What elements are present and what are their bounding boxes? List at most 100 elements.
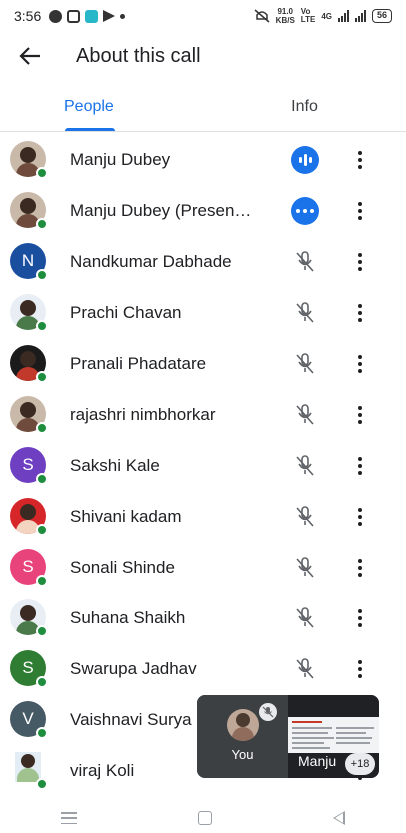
tab-info[interactable]: Info [203, 88, 406, 131]
participant-row[interactable]: S Sakshi Kale [0, 440, 406, 491]
participant-row[interactable]: Prachi Chavan [0, 288, 406, 339]
net-speed-unit: KB/S [275, 16, 295, 25]
app-header: About this call [0, 34, 406, 78]
more-options-icon[interactable] [352, 554, 368, 582]
more-options-icon[interactable] [352, 248, 368, 276]
participant-row[interactable]: rajashri nimbhorkar [0, 389, 406, 440]
avatar-wrap [10, 599, 48, 638]
online-indicator [36, 269, 48, 282]
net-speed-value: 91.0 [277, 7, 294, 16]
participant-name: Sonali Shinde [70, 557, 175, 577]
mic-off-icon [291, 401, 319, 429]
system-nav-bar [0, 803, 406, 833]
more-options-icon[interactable] [352, 503, 368, 531]
tab-bar: People Info [0, 88, 406, 132]
participant-name: Shivani kadam [70, 506, 182, 526]
avatar-wrap: N [10, 243, 48, 282]
shared-screen-thumbnail [288, 717, 379, 753]
more-options-icon[interactable] [352, 350, 368, 378]
online-indicator [36, 167, 48, 180]
mic-off-icon [291, 503, 319, 531]
back-nav-icon[interactable] [333, 811, 346, 825]
presenting-more-icon [291, 197, 319, 226]
avatar-wrap [10, 294, 48, 333]
online-indicator [36, 778, 48, 791]
participant-name: viraj Koli [70, 761, 135, 781]
signal-icon-2 [354, 10, 366, 22]
net-speed: 91.0 KB/S [276, 7, 295, 25]
avatar-wrap: S [10, 650, 48, 689]
pip-window[interactable]: You Manju +18 [197, 695, 379, 778]
participant-name: rajashri nimbhorkar [70, 404, 216, 424]
tab-people[interactable]: People [0, 88, 203, 131]
mic-off-icon [291, 655, 319, 683]
more-options-icon[interactable] [352, 655, 368, 683]
notification-icons [49, 9, 126, 23]
mic-off-icon [291, 554, 319, 582]
online-indicator [36, 472, 48, 485]
participant-name: Suhana Shaikh [70, 608, 186, 628]
extra-participants-badge: +18 [345, 753, 375, 775]
participant-row[interactable]: N Nandkumar Dabhade [0, 237, 406, 288]
telegram-icon [103, 10, 116, 22]
tab-info-label: Info [291, 98, 318, 115]
participant-name: Vaishnavi Surya [70, 710, 192, 730]
avatar-wrap [10, 497, 48, 536]
mic-off-icon [291, 604, 319, 632]
signal-icon [337, 10, 349, 22]
more-notifications-icon [120, 13, 126, 19]
mic-off-icon [291, 452, 319, 480]
avatar-wrap [10, 345, 48, 383]
app-icon [85, 9, 99, 23]
online-indicator [36, 320, 48, 333]
mic-off-icon [259, 703, 277, 721]
online-indicator [36, 218, 48, 231]
participant-row[interactable]: Shivani kadam [0, 491, 406, 542]
participant-row[interactable]: S Sonali Shinde [0, 542, 406, 593]
home-icon[interactable] [197, 811, 212, 825]
participant-name: Sakshi Kale [70, 455, 160, 475]
pip-self-tile: You [197, 695, 288, 778]
online-indicator [36, 371, 48, 383]
more-options-icon[interactable] [352, 452, 368, 480]
avatar-wrap [10, 141, 48, 180]
tab-indicator [65, 128, 115, 131]
mic-off-icon [291, 299, 319, 327]
more-options-icon[interactable] [352, 299, 368, 327]
participant-row[interactable]: Suhana Shaikh [0, 593, 406, 644]
avatar-wrap [10, 395, 48, 434]
arrow-back-icon [19, 47, 40, 65]
participant-name: Nandkumar Dabhade [70, 252, 232, 272]
speaking-icon [291, 146, 319, 175]
more-options-icon[interactable] [352, 401, 368, 429]
more-options-icon[interactable] [352, 146, 368, 174]
online-indicator [36, 523, 48, 536]
mute-alarm-icon [254, 9, 270, 23]
avatar-wrap [10, 192, 48, 231]
status-time: 3:56 [14, 8, 42, 24]
participant-row[interactable]: Manju Dubey (Presen… [0, 186, 406, 237]
menu-icon[interactable] [60, 812, 77, 824]
avatar-wrap: S [10, 446, 48, 485]
participant-row[interactable]: S Swarupa Jadhav [0, 644, 406, 695]
online-indicator [36, 727, 48, 740]
participant-row[interactable]: Manju Dubey [0, 135, 406, 186]
network-type: 4G [321, 11, 332, 21]
online-indicator [36, 421, 48, 434]
online-indicator [36, 574, 48, 587]
participant-name: Manju Dubey (Presen… [70, 201, 252, 221]
participant-name: Pranali Phadatare [70, 354, 207, 373]
online-indicator [36, 676, 48, 689]
avatar-photo [15, 752, 41, 783]
status-bar: 3:56 91.0 KB/S Vo LTE 4G 56 [0, 0, 406, 32]
participant-name: Manju Dubey [70, 150, 171, 170]
tab-people-label: People [64, 98, 114, 115]
mic-off-icon [291, 248, 319, 276]
participant-name: Prachi Chavan [70, 303, 182, 323]
more-options-icon[interactable] [352, 197, 368, 225]
participant-row[interactable]: Pranali Phadatare [0, 339, 406, 390]
volte-icon: Vo LTE [300, 7, 316, 24]
battery-icon: 56 [371, 9, 392, 23]
back-button[interactable] [2, 34, 58, 78]
more-options-icon[interactable] [352, 604, 368, 632]
